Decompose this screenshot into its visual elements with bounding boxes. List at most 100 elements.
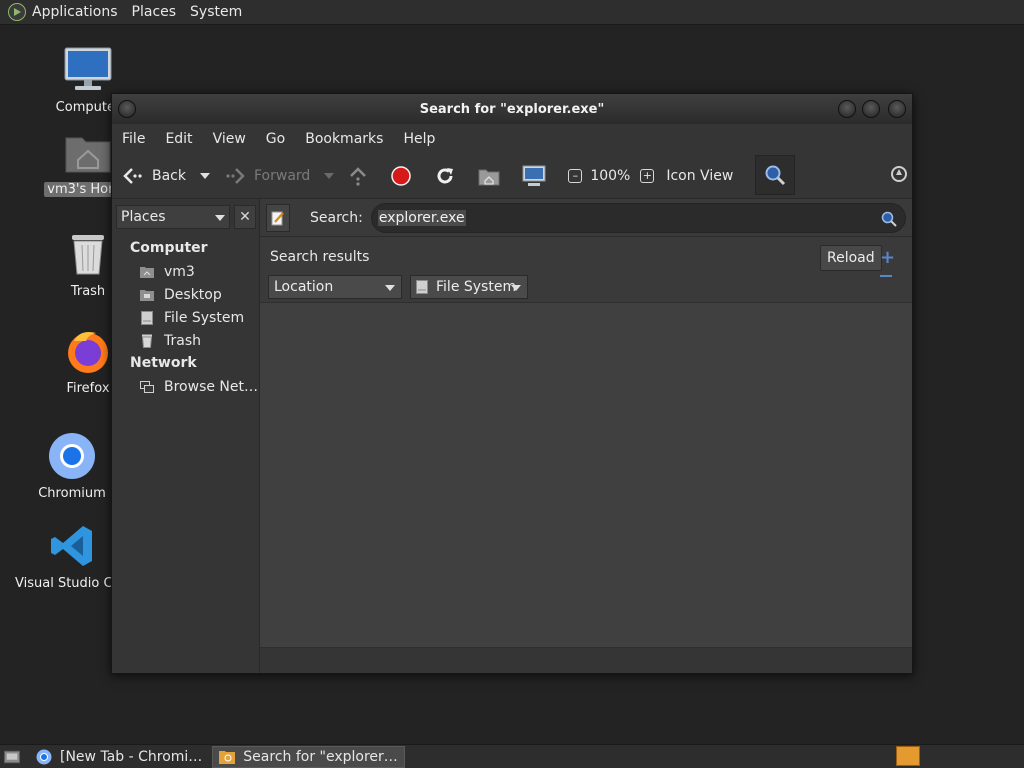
search-query-text: explorer.exe — [377, 209, 466, 226]
view-mode-selector[interactable]: Icon View — [666, 168, 733, 184]
menu-view[interactable]: View — [213, 131, 246, 147]
maximize-button[interactable] — [862, 100, 880, 118]
zoom-in-button[interactable]: + — [640, 168, 655, 183]
search-label: Search: — [310, 209, 363, 226]
taskbar-item-label: Search for "explorer… — [243, 748, 398, 765]
menu-go[interactable]: Go — [266, 131, 285, 147]
show-desktop-button[interactable] — [0, 746, 24, 768]
back-label: Back — [152, 167, 186, 184]
back-button[interactable]: Back — [122, 167, 186, 185]
menu-edit[interactable]: Edit — [165, 131, 192, 147]
forward-label: Forward — [254, 167, 311, 184]
status-bar — [260, 647, 912, 673]
drive-icon — [140, 310, 154, 325]
close-button[interactable] — [888, 100, 906, 118]
add-criterion-button[interactable]: + — [880, 247, 895, 268]
back-arrow-icon — [123, 167, 142, 184]
window-titlebar[interactable]: Search for "explorer.exe" — [112, 94, 912, 124]
close-sidebar-button[interactable]: ✕ — [234, 205, 256, 229]
search-icon — [765, 165, 786, 186]
stop-button[interactable] — [390, 165, 420, 187]
menu-file[interactable]: File — [122, 131, 145, 147]
show-desktop-icon — [4, 749, 20, 765]
sidebar-header: Places ✕ — [112, 199, 259, 231]
main-pane: Search: explorer.exe Search results Relo… — [260, 199, 912, 673]
network-icon — [140, 380, 154, 394]
search-toggle-button[interactable] — [755, 155, 795, 195]
home-button[interactable] — [478, 166, 508, 186]
sidebar-item-trash[interactable]: Trash — [112, 329, 259, 352]
search-criteria-bar: Search results Reload + Location File Sy… — [260, 237, 912, 303]
folder-search-icon — [219, 749, 236, 765]
sidebar-selector[interactable]: Places — [116, 205, 230, 229]
home-folder-icon — [140, 265, 154, 279]
chromium-icon — [36, 749, 52, 765]
minimize-button[interactable] — [838, 100, 856, 118]
file-search-window: Search for "explorer.exe" File Edit View… — [111, 93, 913, 674]
activity-throbber-icon — [890, 165, 908, 187]
criterion-value-label: File System — [436, 279, 517, 295]
sidebar-section-computer: Computer — [130, 240, 208, 256]
reload-toolbar-button[interactable] — [434, 165, 464, 187]
home-folder-icon — [62, 126, 114, 178]
places-menu[interactable]: Places — [132, 4, 177, 20]
desktop-icon-label: Firefox — [66, 381, 110, 396]
menubar: File Edit View Go Bookmarks Help — [112, 124, 912, 153]
criterion-value-select[interactable]: File System — [410, 275, 528, 299]
taskbar-item-search[interactable]: Search for "explorer… — [212, 745, 405, 768]
reload-icon — [437, 167, 454, 183]
search-bar: Search: explorer.exe — [260, 199, 912, 237]
remove-criterion-button[interactable] — [880, 275, 892, 277]
zoom-level[interactable]: 100% — [590, 168, 630, 184]
places-tree: Computer vm3 Desktop File System Trash N… — [112, 231, 259, 398]
forward-history-dropdown[interactable] — [324, 172, 335, 179]
sidebar-item-label: File System — [164, 309, 245, 326]
computer-icon — [62, 44, 114, 96]
window-title: Search for "explorer.exe" — [419, 101, 605, 117]
sidebar-item-file-system[interactable]: File System — [112, 306, 259, 329]
window-menu-button[interactable] — [118, 100, 136, 118]
bottom-panel: [New Tab - Chromi… Search for "explorer… — [0, 744, 1024, 768]
taskbar-item-label: [New Tab - Chromi… — [60, 748, 203, 765]
menu-help[interactable]: Help — [403, 131, 435, 147]
sidebar-item-desktop[interactable]: Desktop — [112, 283, 259, 306]
toolbar: Back Forward – 100% + Icon View — [112, 153, 912, 199]
criterion-type-label: Location — [274, 279, 334, 295]
up-button[interactable] — [348, 166, 376, 186]
forward-button[interactable]: Forward — [224, 167, 310, 185]
vscode-icon — [46, 520, 98, 572]
results-area: Search results Reload + Location File Sy… — [260, 237, 912, 673]
search-icon[interactable] — [881, 211, 897, 231]
desktop-icon-chromium[interactable]: Chromium — [24, 430, 120, 501]
window-body: Places ✕ Computer vm3 Desktop File Syste… — [112, 199, 912, 673]
reload-search-button[interactable]: Reload — [820, 245, 882, 271]
zoom-out-button[interactable]: – — [568, 168, 583, 183]
sidebar-item-vm3[interactable]: vm3 — [112, 260, 259, 283]
results-list[interactable] — [260, 303, 912, 647]
chevron-down-icon — [215, 215, 225, 221]
trash-icon — [62, 228, 114, 280]
sidebar-item-label: Browse Net… — [164, 378, 259, 395]
system-menu[interactable]: System — [190, 4, 242, 20]
sidebar-item-label: vm3 — [164, 263, 195, 280]
back-history-dropdown[interactable] — [200, 172, 210, 179]
trash-icon — [140, 334, 154, 348]
sidebar-item-browse-network[interactable]: Browse Net… — [112, 375, 259, 398]
sidebar-item-label: Desktop — [164, 286, 222, 303]
menu-bookmarks[interactable]: Bookmarks — [305, 131, 383, 147]
sidebar-section-network: Network — [130, 355, 197, 371]
desktop-icon-label: Chromium — [38, 486, 106, 501]
taskbar-item-chromium[interactable]: [New Tab - Chromi… — [30, 746, 208, 768]
applications-menu[interactable]: Applications — [32, 4, 118, 20]
applications-logo-icon[interactable] — [8, 3, 26, 21]
desktop-folder-icon — [140, 288, 154, 302]
toggle-location-entry-button[interactable] — [266, 203, 290, 232]
forward-arrow-icon — [226, 167, 245, 184]
stop-icon — [391, 165, 412, 186]
firefox-icon — [62, 325, 114, 377]
criterion-type-select[interactable]: Location — [268, 275, 402, 299]
search-input[interactable]: explorer.exe — [370, 202, 906, 233]
notification-tray-icon[interactable] — [896, 746, 920, 766]
computer-button[interactable] — [522, 165, 554, 187]
up-arrow-icon — [350, 166, 367, 186]
